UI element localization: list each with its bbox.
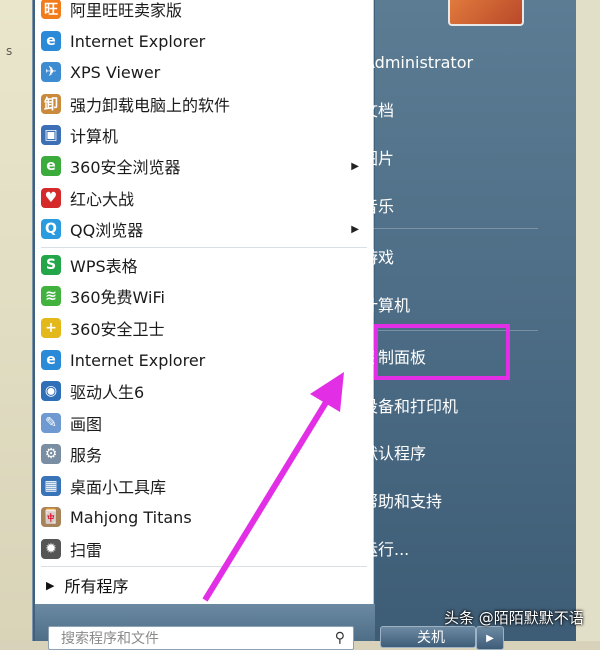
search-input[interactable]: 搜索程序和文件 ⚲	[48, 626, 354, 650]
program-item[interactable]: +360安全卫士	[35, 313, 373, 343]
program-label: Internet Explorer	[70, 350, 206, 370]
background-text: s	[6, 44, 13, 58]
right-menu-games[interactable]: 游戏	[362, 242, 394, 270]
right-menu-run[interactable]: 运行...	[362, 534, 409, 562]
360-browser-icon: e	[41, 156, 61, 176]
background-right-strip	[576, 0, 600, 641]
program-item[interactable]: Q QQ浏览器 ▶	[35, 214, 373, 244]
right-menu-separator	[362, 228, 538, 229]
program-label: Mahjong Titans	[70, 507, 192, 527]
all-programs-separator	[41, 566, 367, 567]
program-label: 360安全浏览器	[70, 158, 181, 177]
minesweeper-icon: ✹	[41, 539, 61, 559]
aliwangwang-icon: 旺	[41, 0, 61, 19]
xps-viewer-icon: ✈	[41, 62, 61, 82]
uninstaller-icon: 卸	[41, 94, 61, 114]
watermark-text: 头条 @陌陌默默不语	[444, 609, 584, 627]
program-item[interactable]: ▣ 计算机	[35, 120, 373, 150]
program-item[interactable]: ✹ 扫雷	[35, 534, 373, 564]
program-item[interactable]: e 360安全浏览器 ▶	[35, 151, 373, 181]
qq-browser-icon: Q	[41, 219, 61, 239]
play-arrow-icon: ▶	[46, 578, 55, 592]
program-item[interactable]: ✎ 画图	[35, 408, 373, 438]
start-menu: 旺阿里旺旺卖家版 e Internet Explorer ✈ XPS Viewer 卸强力…	[32, 0, 577, 641]
computer-icon: ▣	[41, 125, 61, 145]
program-label: 360免费WiFi	[70, 288, 165, 307]
right-menu-documents[interactable]: 文档	[362, 95, 394, 123]
mahjong-icon: 🀄	[41, 507, 61, 527]
program-item[interactable]: e Internet Explorer	[35, 345, 373, 375]
driver-life-icon: ◉	[41, 381, 61, 401]
shutdown-label: 关机	[417, 630, 445, 646]
search-placeholder: 搜索程序和文件	[61, 631, 159, 647]
program-item[interactable]: 🀄 Mahjong Titans	[35, 502, 373, 532]
program-label: 驱动人生6	[70, 383, 145, 402]
background-page-strip: s	[0, 0, 32, 641]
pinned-separator	[41, 247, 367, 248]
program-label: 阿里旺旺卖家版	[70, 1, 183, 20]
program-label: 计算机	[70, 127, 119, 146]
program-label: 扫雷	[70, 541, 103, 560]
program-label: Internet Explorer	[70, 31, 206, 51]
program-label: 红心大战	[70, 190, 135, 209]
right-menu-music[interactable]: 音乐	[362, 191, 394, 219]
hearts-game-icon: ♥	[41, 188, 61, 208]
search-icon[interactable]: ⚲	[335, 630, 345, 646]
internet-explorer-icon: e	[41, 31, 61, 51]
internet-explorer-icon: e	[41, 350, 61, 370]
program-label: 画图	[70, 415, 103, 434]
program-label: WPS表格	[70, 257, 138, 276]
program-label: 360安全卫士	[70, 320, 165, 339]
right-menu-help-support[interactable]: 帮助和支持	[362, 486, 442, 514]
submenu-arrow-icon: ▶	[351, 223, 359, 235]
program-label: XPS Viewer	[70, 62, 161, 82]
program-item[interactable]: ▦ 桌面小工具库	[35, 471, 373, 501]
gadgets-icon: ▦	[41, 476, 61, 496]
services-icon: ⚙	[41, 444, 61, 464]
all-programs-label: 所有程序	[64, 577, 129, 596]
paint-icon: ✎	[41, 413, 61, 433]
control-panel-highlight-box	[374, 324, 510, 380]
program-item[interactable]: ⚙ 服务	[35, 439, 373, 469]
program-item[interactable]: 卸强力卸载电脑上的软件	[35, 89, 373, 119]
submenu-arrow-icon: ▶	[351, 160, 359, 172]
program-item[interactable]: ◉ 驱动人生6	[35, 376, 373, 406]
shutdown-button[interactable]: 关机	[380, 626, 476, 648]
program-label: 桌面小工具库	[70, 478, 167, 497]
right-menu-pictures[interactable]: 图片	[362, 143, 394, 171]
right-menu-administrator[interactable]: Administrator	[364, 48, 473, 76]
360-security-icon: +	[41, 318, 61, 338]
program-item[interactable]: e Internet Explorer	[35, 26, 373, 56]
program-item[interactable]: S WPS表格	[35, 250, 373, 280]
program-label: 强力卸载电脑上的软件	[70, 96, 231, 115]
program-label: QQ浏览器	[70, 221, 144, 240]
shutdown-options-arrow-icon[interactable]: ▶	[476, 626, 504, 650]
right-menu-computer[interactable]: 计算机	[362, 290, 410, 318]
wps-spreadsheet-icon: S	[41, 255, 61, 275]
program-item[interactable]: ♥ 红心大战	[35, 183, 373, 213]
all-programs-button[interactable]: ▶ 所有程序	[34, 568, 372, 602]
program-item[interactable]: ✈ XPS Viewer	[35, 57, 373, 87]
right-menu-devices-printers[interactable]: 设备和打印机	[362, 391, 458, 419]
program-item[interactable]: 旺阿里旺旺卖家版	[35, 0, 373, 24]
program-item[interactable]: ≋ 360免费WiFi	[35, 281, 373, 311]
right-menu-default-programs[interactable]: 默认程序	[362, 438, 426, 466]
user-avatar[interactable]	[448, 0, 524, 26]
360-wifi-icon: ≋	[41, 286, 61, 306]
programs-pane: 旺阿里旺旺卖家版 e Internet Explorer ✈ XPS Viewer 卸强力…	[35, 0, 374, 604]
program-label: 服务	[70, 446, 103, 465]
